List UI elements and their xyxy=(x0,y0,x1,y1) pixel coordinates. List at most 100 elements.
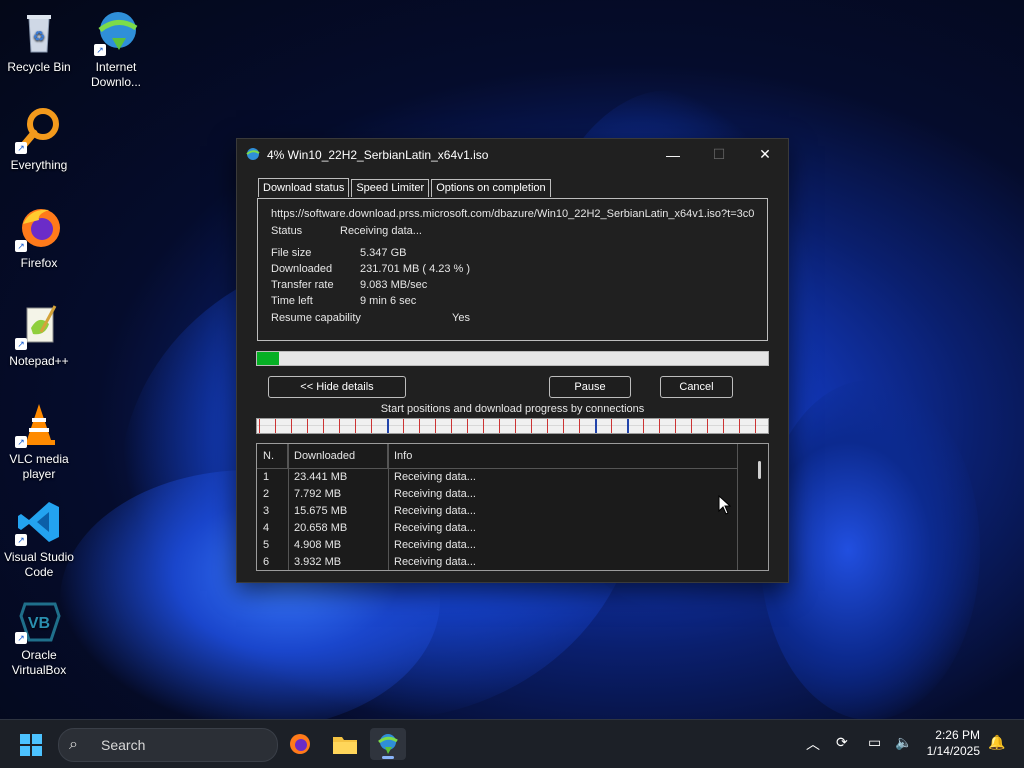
connection-marker xyxy=(403,419,404,433)
recycle-bin-icon: ♻ xyxy=(15,8,63,56)
tab-speed-limiter[interactable]: Speed Limiter xyxy=(351,179,430,197)
desktop-icon-everything[interactable]: ↗ Everything xyxy=(0,106,79,173)
table-row[interactable]: 2 7.792 MB Receiving data... xyxy=(257,486,738,503)
idm-icon xyxy=(378,734,398,754)
pause-button[interactable]: Pause xyxy=(549,376,631,398)
taskbar-search-box[interactable]: ⌕ Search xyxy=(58,728,278,762)
close-button[interactable]: ✕ xyxy=(742,139,788,170)
table-row[interactable]: 5 4.908 MB Receiving data... xyxy=(257,537,738,554)
connection-marker xyxy=(595,419,597,433)
notification-bell-icon[interactable]: 🔔 xyxy=(988,734,1005,751)
connection-marker xyxy=(355,419,356,433)
desktop-icon-vlc[interactable]: ↗ VLC media player xyxy=(0,400,79,482)
desktop-icon-firefox[interactable]: ↗ Firefox xyxy=(0,204,79,271)
desktop-icon-virtualbox[interactable]: VB ↗ Oracle VirtualBox xyxy=(0,596,79,678)
cancel-button[interactable]: Cancel xyxy=(660,376,733,398)
cell-downloaded: 20.658 MB xyxy=(294,522,348,534)
virtualbox-icon: VB ↗ xyxy=(15,596,63,644)
shortcut-arrow-icon: ↗ xyxy=(15,436,27,448)
network-icon[interactable]: ▭ xyxy=(868,734,881,751)
cell-info: Receiving data... xyxy=(394,505,476,517)
connection-marker xyxy=(323,419,324,433)
scrollbar-thumb[interactable] xyxy=(758,461,761,479)
desktop-icon-label: Visual Studio Code xyxy=(4,550,74,579)
connection-marker xyxy=(531,419,532,433)
table-row[interactable]: 1 23.441 MB Receiving data... xyxy=(257,469,738,486)
taskbar-file-explorer[interactable] xyxy=(327,728,363,760)
desktop-icon-label: Everything xyxy=(10,158,68,172)
cell-downloaded: 3.932 MB xyxy=(294,556,342,568)
connection-marker xyxy=(563,419,564,433)
transfer-rate-label: Transfer rate xyxy=(271,279,334,291)
connection-marker xyxy=(371,419,372,433)
connection-marker xyxy=(627,419,629,433)
cell-number: 3 xyxy=(263,505,270,517)
desktop-icon-recycle-bin[interactable]: ♻ Recycle Bin xyxy=(0,8,79,75)
cell-number: 4 xyxy=(263,522,270,534)
desktop-icon-label: Internet Downlo... xyxy=(90,60,142,89)
download-status-panel: https://software.download.prss.microsoft… xyxy=(257,198,768,341)
cell-downloaded: 4.908 MB xyxy=(294,539,342,551)
desktop-icon-vscode[interactable]: ↗ Visual Studio Code xyxy=(0,498,79,580)
taskbar-clock[interactable]: 2:26 PM 1/14/2025 xyxy=(927,727,980,759)
window-titlebar[interactable]: 4% Win10_22H2_SerbianLatin_x64v1.iso — ☐… xyxy=(237,139,788,170)
connection-marker xyxy=(675,419,676,433)
taskbar-internet-download-manager[interactable] xyxy=(370,728,406,760)
desktop-icon-internet-download-manager[interactable]: ↗ Internet Downlo... xyxy=(76,8,156,90)
downloaded-label: Downloaded xyxy=(271,263,333,275)
svg-text:VB: VB xyxy=(28,615,50,632)
time-left-label: Time left xyxy=(271,295,313,307)
resume-capability-label: Resume capability xyxy=(271,312,361,324)
table-row[interactable]: 4 20.658 MB Receiving data... xyxy=(257,520,738,537)
hide-details-button[interactable]: << Hide details xyxy=(268,376,406,398)
connection-marker xyxy=(611,419,612,433)
cell-downloaded: 15.675 MB xyxy=(294,505,348,517)
shortcut-arrow-icon: ↗ xyxy=(94,44,106,56)
connection-marker xyxy=(435,419,436,433)
tab-download-status[interactable]: Download status xyxy=(258,178,350,197)
tab-options-on-completion[interactable]: Options on completion xyxy=(431,179,551,197)
connection-marker xyxy=(451,419,452,433)
wallpaper-swirl xyxy=(760,380,980,720)
sync-status-icon[interactable]: ⟳ xyxy=(836,734,848,751)
maximize-button: ☐ xyxy=(712,146,726,162)
shortcut-arrow-icon: ↗ xyxy=(15,632,27,644)
vscode-icon: ↗ xyxy=(15,498,63,546)
volume-muted-icon[interactable]: 🔈 xyxy=(895,734,912,751)
mouse-cursor-icon xyxy=(718,495,732,515)
column-header-n[interactable]: N. xyxy=(257,444,288,468)
cell-number: 6 xyxy=(263,556,270,568)
connection-marker xyxy=(499,419,500,433)
desktop-icon-notepad-plus-plus[interactable]: ↗ Notepad++ xyxy=(0,302,79,369)
desktop-icon-label: Recycle Bin xyxy=(7,60,71,74)
connection-marker xyxy=(467,419,468,433)
windows-logo-icon xyxy=(20,734,30,744)
connection-marker xyxy=(691,419,692,433)
search-placeholder: Search xyxy=(101,737,146,753)
minimize-button[interactable]: — xyxy=(650,139,696,170)
taskbar: ⌕ Search ︿ ⟳ ▭ 🔈 2:26 PM 1/14/2025 🔔 xyxy=(0,719,1024,768)
table-row[interactable]: 6 3.932 MB Receiving data... xyxy=(257,554,738,570)
start-button[interactable] xyxy=(20,734,42,756)
cell-info: Receiving data... xyxy=(394,471,476,483)
cell-number: 2 xyxy=(263,488,270,500)
status-label: Status xyxy=(271,225,303,237)
cell-info: Receiving data... xyxy=(394,539,476,551)
search-icon: ⌕ xyxy=(69,736,78,753)
connection-marker xyxy=(659,419,660,433)
cell-info: Receiving data... xyxy=(394,522,476,534)
table-scrollbar[interactable] xyxy=(737,444,768,570)
column-header-info[interactable]: Info xyxy=(388,444,738,468)
desktop-icon-label: Oracle VirtualBox xyxy=(11,648,67,677)
downloaded-value: 231.701 MB ( 4.23 % ) xyxy=(360,263,471,275)
show-hidden-icons-chevron-icon[interactable]: ︿ xyxy=(806,734,820,754)
table-row[interactable]: 3 15.675 MB Receiving data... xyxy=(257,503,738,520)
firefox-icon xyxy=(290,734,310,754)
column-header-downloaded[interactable]: Downloaded xyxy=(288,444,388,468)
taskbar-firefox[interactable] xyxy=(282,728,318,760)
cell-number: 1 xyxy=(263,471,270,483)
cell-info: Receiving data... xyxy=(394,556,476,568)
connection-marker xyxy=(307,419,308,433)
connection-marker xyxy=(723,419,724,433)
time-left-value: 9 min 6 sec xyxy=(360,295,417,307)
